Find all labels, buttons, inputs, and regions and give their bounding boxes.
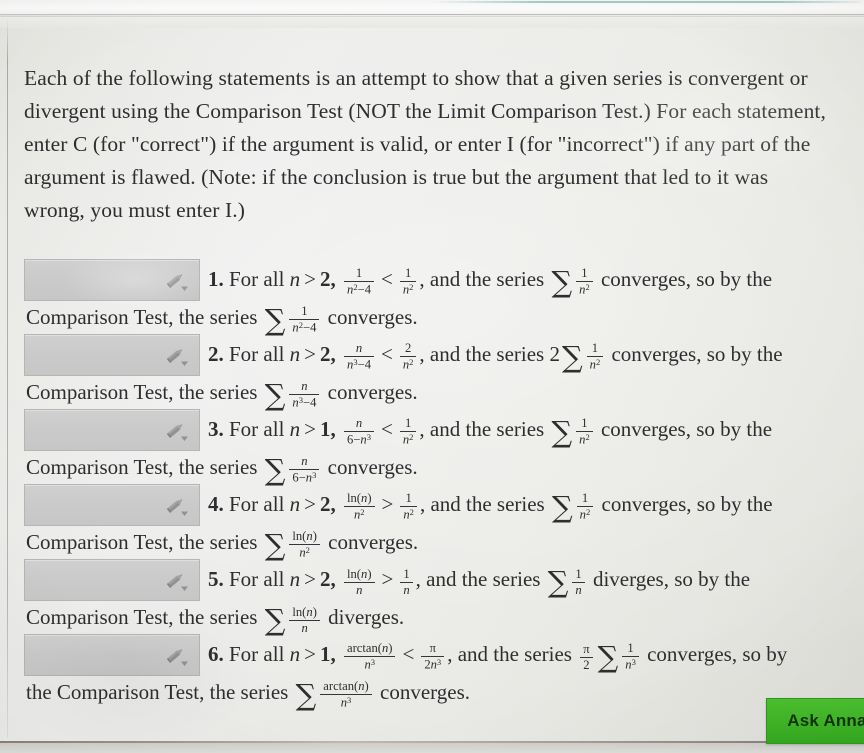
bezel-shade [0, 17, 864, 28]
problem-item: 5. For all n >2, ln(n) n >1 n, and the serie… [0, 556, 864, 637]
problem-item: 3. For all n >1, n 6−n3 <1 n2, and the serie… [0, 406, 864, 487]
statement-line-1: 1. For all n >2, 1 n2−4 <1 n2, and the serie… [208, 265, 773, 300]
bezel-teal-line [430, 1, 860, 3]
bezel-rule-upper [0, 14, 864, 15]
page-bottom-strip [0, 743, 864, 753]
pencil-icon[interactable] [166, 271, 190, 293]
statement-line-1: 5. For all n >2, ln(n) n >1 n, and the serie… [208, 565, 751, 600]
problem-item: 2. For all n >2, n n3−4 <2 n2, and the serie… [0, 331, 864, 412]
statement-line-1: 6. For all n >1, arctan(n) n3 < π 2n3, and th… [208, 640, 788, 675]
statement-line-1: 3. For all n >1, n 6−n3 <1 n2, and the serie… [208, 415, 773, 450]
problem-item: 6. For all n >1, arctan(n) n3 < π 2n3, and th… [0, 631, 864, 717]
answer-input-4[interactable] [24, 484, 200, 526]
ask-anna-button[interactable]: Ask Anna [766, 698, 864, 744]
pencil-icon[interactable] [166, 646, 190, 668]
problem-content: Each of the following statements is an a… [0, 28, 864, 741]
pencil-icon[interactable] [166, 496, 190, 518]
statement-line-2: the Comparison Test, the series ∑ arctan(… [26, 678, 470, 713]
pencil-icon[interactable] [166, 571, 190, 593]
problem-list: 1. For all n >2, 1 n2−4 <1 n2, and the serie… [0, 256, 864, 717]
answer-input-1[interactable] [24, 259, 200, 301]
pencil-icon[interactable] [166, 421, 190, 443]
answer-input-2[interactable] [24, 334, 200, 376]
pencil-icon[interactable] [166, 346, 190, 368]
problem-item: 1. For all n >2, 1 n2−4 <1 n2, and the serie… [0, 256, 864, 337]
answer-input-5[interactable] [24, 559, 200, 601]
ask-anna-label: Ask Anna [787, 711, 864, 730]
answer-input-6[interactable] [24, 634, 200, 676]
answer-input-3[interactable] [24, 409, 200, 451]
statement-line-1: 4. For all n >2, ln(n) n2 >1 n2, and the ser… [208, 490, 773, 525]
statement-line-1: 2. For all n >2, n n3−4 <2 n2, and the serie… [208, 340, 783, 375]
screen-bezel [0, 0, 864, 28]
instructions-text: Each of the following statements is an a… [24, 65, 826, 222]
problem-item: 4. For all n >2, ln(n) n2 >1 n2, and the ser… [0, 481, 864, 562]
